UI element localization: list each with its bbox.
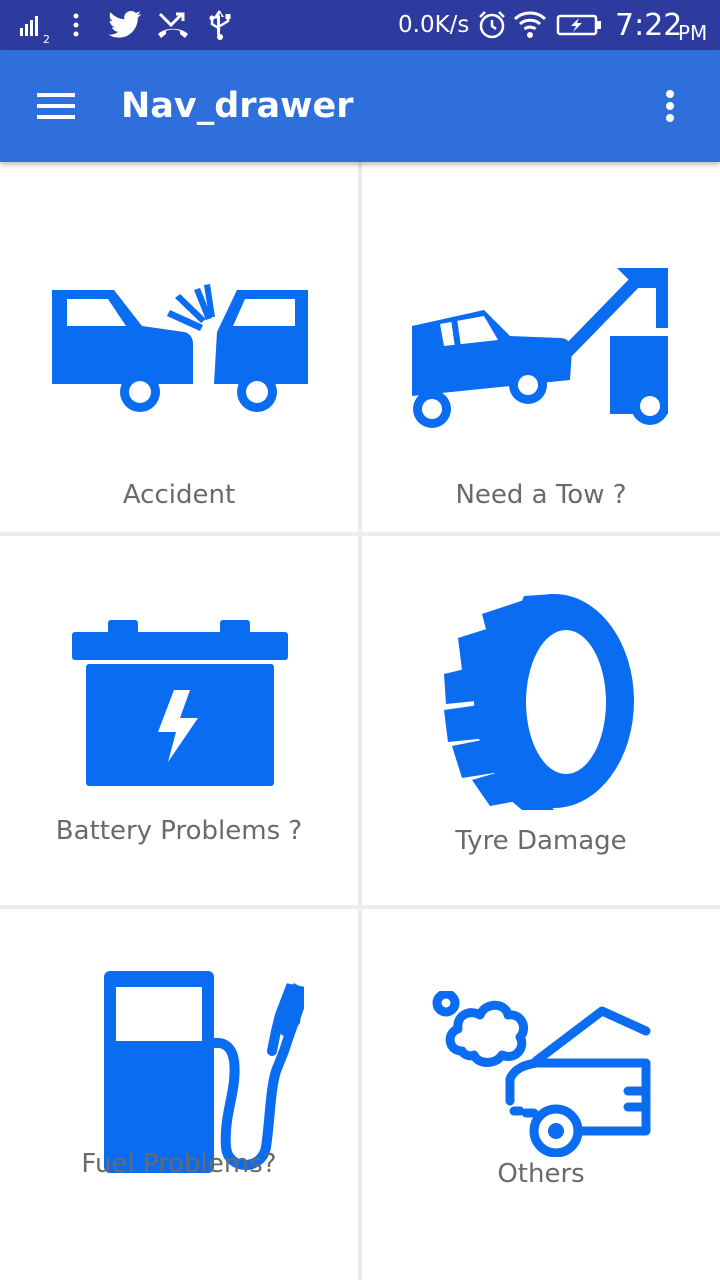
missed-call-icon [157,0,189,50]
battery-charging-icon [556,0,602,50]
tile-accident[interactable]: Accident [0,162,358,532]
tile-label: Accident [122,480,236,510]
engine-smoke-icon [432,991,651,1157]
alarm-icon [477,0,507,50]
car-crash-icon [52,284,308,412]
tile-fuel-problems[interactable]: Fuel Problems? [0,909,358,1280]
tyre-icon [444,594,634,810]
usb-icon [206,0,234,50]
network-speed: 0.0K/s [398,12,470,38]
tile-label: Battery Problems ? [55,816,303,846]
overflow-menu-button[interactable] [640,78,700,134]
clock-time: 7:22 [615,7,683,43]
more-notifications-icon [72,0,80,50]
tow-truck-icon [412,268,668,428]
menu-button[interactable] [22,78,90,134]
service-grid: Accident Need a Tow ? Battery Problems ?… [0,162,720,1280]
twitter-icon [108,0,142,50]
tile-label: Fuel Problems? [81,1149,277,1179]
tile-label: Need a Tow ? [455,480,627,510]
menu-icon [37,93,75,119]
status-bar: 2 0.0K/s 7:22 PM [0,0,720,50]
battery-icon [72,620,288,786]
tile-label: Others [497,1159,585,1189]
fuel-pump-icon [104,971,304,1173]
tile-tyre-damage[interactable]: Tyre Damage [362,536,720,905]
tile-need-a-tow[interactable]: Need a Tow ? [362,162,720,532]
wifi-icon [513,0,547,50]
app-title: Nav_drawer [121,86,354,126]
tile-others[interactable]: Others [362,909,720,1280]
overflow-menu-icon [666,90,674,122]
tile-battery-problems[interactable]: Battery Problems ? [0,536,358,905]
tile-label: Tyre Damage [455,826,627,856]
app-bar: Nav_drawer [0,50,720,162]
